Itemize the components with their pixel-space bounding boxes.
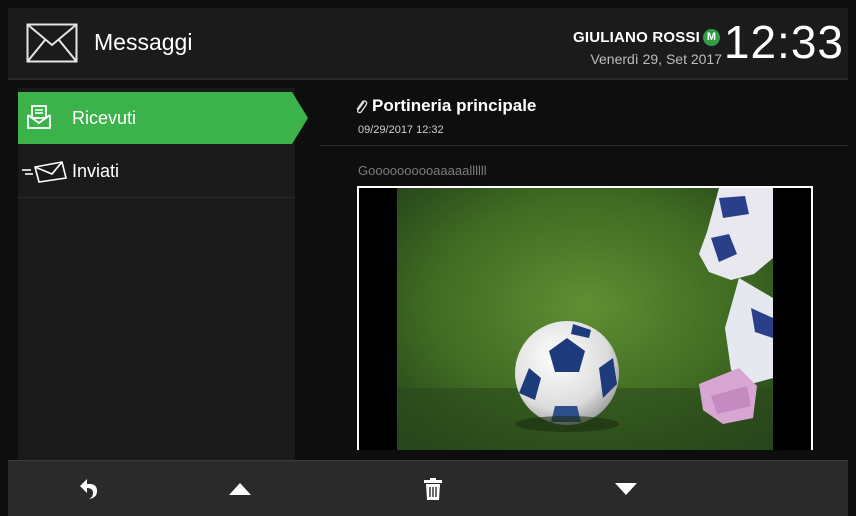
sidebar-item-label: Inviati <box>72 161 120 181</box>
bottom-toolbar <box>8 460 848 516</box>
current-date: Venerdì 29, Set 2017 <box>590 51 722 67</box>
app-header: Messaggi GIULIANO ROSSI M Venerdì 29, Se… <box>8 8 848 78</box>
sent-envelope-icon <box>22 161 68 188</box>
attachment-photo <box>359 188 811 450</box>
message-body: Goooooooooaaaaallllll <box>358 163 487 178</box>
folder-sidebar: Ricevuti Inviati <box>18 88 308 460</box>
paperclip-icon <box>354 99 368 120</box>
inbox-icon <box>26 104 52 135</box>
previous-message-button[interactable] <box>210 461 270 516</box>
reply-button[interactable] <box>58 461 118 516</box>
message-subject: Portineria principale <box>372 96 537 115</box>
user-name: GIULIANO ROSSI <box>573 29 700 46</box>
message-image-attachment[interactable] <box>357 186 813 450</box>
next-message-button[interactable] <box>596 461 656 516</box>
message-divider <box>320 145 848 146</box>
sidebar-item-ricevuti[interactable]: Ricevuti <box>18 92 308 144</box>
message-date: 09/29/2017 12:32 <box>358 124 444 136</box>
sidebar-item-inviati[interactable]: Inviati <box>18 145 295 198</box>
delete-button[interactable] <box>403 461 463 516</box>
clock: 12:33 <box>723 16 844 68</box>
page-title: Messaggi <box>94 29 193 55</box>
mail-envelope-icon <box>26 23 78 68</box>
sidebar-item-label: Ricevuti <box>72 108 137 128</box>
header-divider <box>8 78 848 80</box>
user-status-badge: M <box>703 29 720 46</box>
